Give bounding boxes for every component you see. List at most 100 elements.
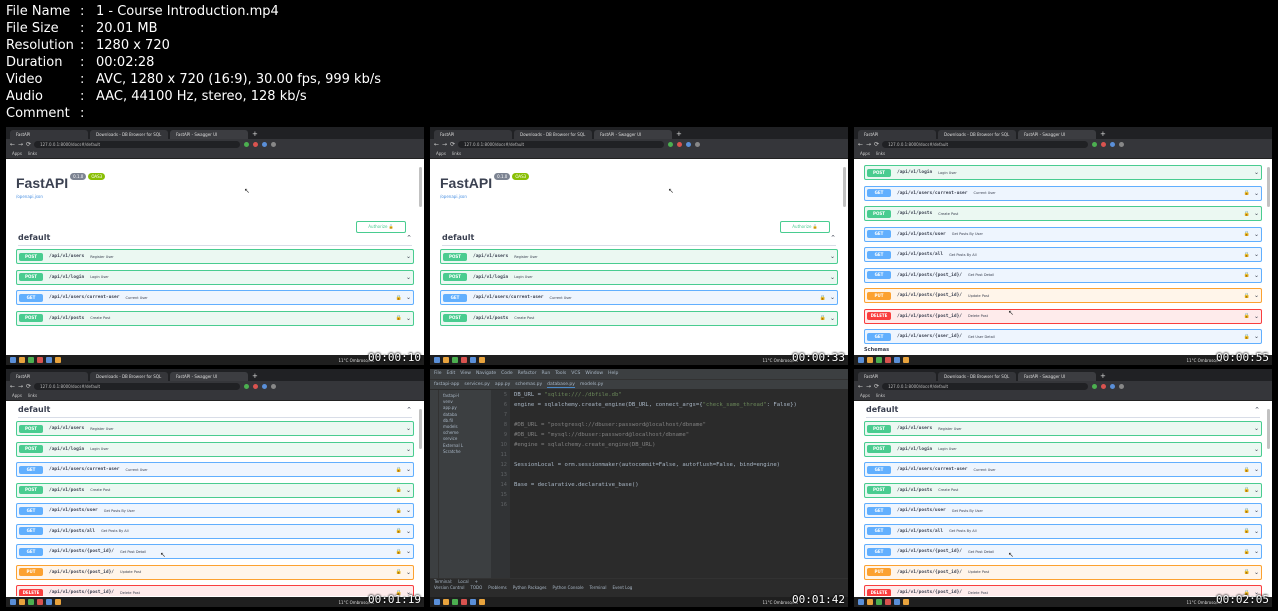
lock-icon[interactable]: 🔒 [396,315,402,321]
extension-icon[interactable] [271,384,277,389]
extension-icon[interactable] [1110,142,1116,147]
reload-icon[interactable]: ⟳ [26,141,31,148]
lock-icon[interactable]: 🔒 [1244,211,1250,217]
extension-icon[interactable] [253,142,259,147]
operation-row[interactable]: GET/api/v1/posts/all Get Posts By All 🔒 ⌄ [864,247,1262,262]
taskbar-app-icon[interactable] [894,357,900,363]
chevron-down-icon[interactable]: ⌄ [1254,528,1259,535]
chevron-up-icon[interactable]: ⌃ [406,406,412,414]
page-scrollbar[interactable] [419,409,422,449]
terminal-tab[interactable]: Local [458,579,468,584]
taskbar-app-icon[interactable] [37,357,43,363]
section-header-default[interactable]: default ⌃ [18,401,412,418]
lock-icon[interactable]: 🔒 [820,315,826,321]
bookmark-link[interactable]: links [28,393,37,398]
operation-row[interactable]: GET/api/v1/posts/user Get Posts By User 🔒 ⌄ [864,503,1262,518]
bottom-tool-button[interactable]: Python Console [553,585,584,590]
back-icon[interactable]: ← [10,383,15,390]
lock-icon[interactable]: 🔒 [1244,487,1250,493]
lock-icon[interactable]: 🔒 [1244,272,1250,278]
chevron-down-icon[interactable]: ⌄ [406,446,411,453]
browser-tab[interactable]: FastAPI - Swagger UI [170,130,248,139]
ide-file-tab[interactable]: services.py [464,382,489,387]
taskbar-app-icon[interactable] [443,357,449,363]
taskbar-app-icon[interactable] [894,599,900,605]
ide-file-tab[interactable]: app.py [495,382,510,387]
new-tab-button[interactable]: + [252,130,258,139]
taskbar-app-icon[interactable] [452,599,458,605]
taskbar-app-icon[interactable] [867,357,873,363]
section-header-default[interactable]: default ⌃ [442,229,836,246]
new-tab-button[interactable]: + [676,130,682,139]
reload-icon[interactable]: ⟳ [874,141,879,148]
taskbar-app-icon[interactable] [461,357,467,363]
taskbar-app-icon[interactable] [28,357,34,363]
bookmark-link[interactable]: Apps [436,151,446,156]
extension-icon[interactable] [1101,142,1107,147]
operation-row[interactable]: POST/api/v1/posts Create Post 🔒 ⌄ [16,482,414,498]
extension-icon[interactable] [253,384,259,389]
operation-row[interactable]: PUT/api/v1/posts/{post_id}/ Update Post 🔒 ⌄ [864,564,1262,580]
taskbar-app-icon[interactable] [46,357,52,363]
thumbnail-3[interactable]: FastAPI Downloads - DB Browser for SQL Fas… [854,127,1272,365]
extension-icon[interactable] [1101,384,1107,389]
chevron-down-icon[interactable]: ⌄ [406,528,411,535]
bookmark-link[interactable]: links [452,151,461,156]
bookmark-link[interactable]: Apps [860,151,870,156]
lock-icon[interactable]: 🔒 [396,295,402,301]
browser-tab[interactable]: FastAPI - Swagger UI [170,372,248,381]
ide-menu-item[interactable]: Help [608,371,618,376]
code-editor[interactable]: DB_URL = "sqlite:///./dbfile.db" engine =… [510,390,848,579]
chevron-down-icon[interactable]: ⌄ [1254,548,1259,555]
browser-tab[interactable]: Downloads - DB Browser for SQL [514,130,592,139]
lock-icon[interactable]: 🔒 [1244,252,1250,258]
lock-icon[interactable]: 🔒 [396,549,402,555]
bottom-tool-button[interactable]: Terminal [590,585,607,590]
operation-row[interactable]: GET/api/v1/users/current-user Current Use… [16,462,414,477]
lock-icon[interactable]: 🔒 [396,467,402,473]
browser-tab[interactable]: Downloads - DB Browser for SQL [90,130,168,139]
lock-icon[interactable]: 🔒 [1244,549,1250,555]
operation-row[interactable]: POST/api/v1/users Register User ⌄ [16,421,414,436]
browser-tab[interactable]: FastAPI - Swagger UI [1018,372,1096,381]
chevron-down-icon[interactable]: ⌄ [830,315,835,322]
taskbar-app-icon[interactable] [46,599,52,605]
lock-icon[interactable]: 🔒 [396,487,402,493]
section-header-default[interactable]: default ⌃ [18,229,412,246]
back-icon[interactable]: ← [858,383,863,390]
url-input[interactable]: 127.0.0.1:8000/docs#/default [882,141,1089,148]
ide-menu-item[interactable]: VCS [571,371,580,376]
lock-icon[interactable]: 🔒 [1244,528,1250,534]
extension-icon[interactable] [262,384,268,389]
forward-icon[interactable]: → [866,383,871,390]
ide-menu-item[interactable]: File [434,371,442,376]
chevron-down-icon[interactable]: ⌄ [1254,507,1259,514]
ide-menu-item[interactable]: Edit [447,371,456,376]
extension-icon[interactable] [244,142,250,147]
operation-row[interactable]: GET/api/v1/posts/user Get Posts By User 🔒 ⌄ [16,503,414,518]
lock-icon[interactable]: 🔒 [396,569,402,575]
url-input[interactable]: 127.0.0.1:8000/docs#/default [882,383,1089,390]
bottom-tool-button[interactable]: TODO [470,585,482,590]
page-scrollbar[interactable] [1267,167,1270,207]
taskbar-app-icon[interactable] [19,599,25,605]
chevron-down-icon[interactable]: ⌄ [1254,487,1259,494]
operation-row[interactable]: PUT/api/v1/posts/{post_id}/ Update Post 🔒 ⌄ [864,288,1262,303]
url-input[interactable]: 127.0.0.1:8000/docs#/default [34,141,241,148]
taskbar-app-icon[interactable] [19,357,25,363]
url-input[interactable]: 127.0.0.1:8000/docs#/default [34,383,241,390]
extension-icon[interactable] [262,142,268,147]
chevron-down-icon[interactable]: ⌄ [406,507,411,514]
operation-row[interactable]: GET/api/v1/posts/{post_id}/Get Post Deta… [16,544,414,559]
lock-icon[interactable]: 🔒 [1244,190,1250,196]
extension-icon[interactable] [271,142,277,147]
chevron-down-icon[interactable]: ⌄ [1254,231,1259,238]
operation-row[interactable]: GET/api/v1/users/current-user Current Use… [864,185,1262,201]
chevron-down-icon[interactable]: ⌄ [406,294,411,301]
windows-start-icon[interactable] [434,599,440,605]
browser-tab[interactable]: FastAPI [434,130,512,139]
chevron-down-icon[interactable]: ⌄ [1254,333,1259,340]
taskbar-app-icon[interactable] [903,599,909,605]
chevron-down-icon[interactable]: ⌄ [1254,313,1259,320]
ide-menu-item[interactable]: View [460,371,471,376]
